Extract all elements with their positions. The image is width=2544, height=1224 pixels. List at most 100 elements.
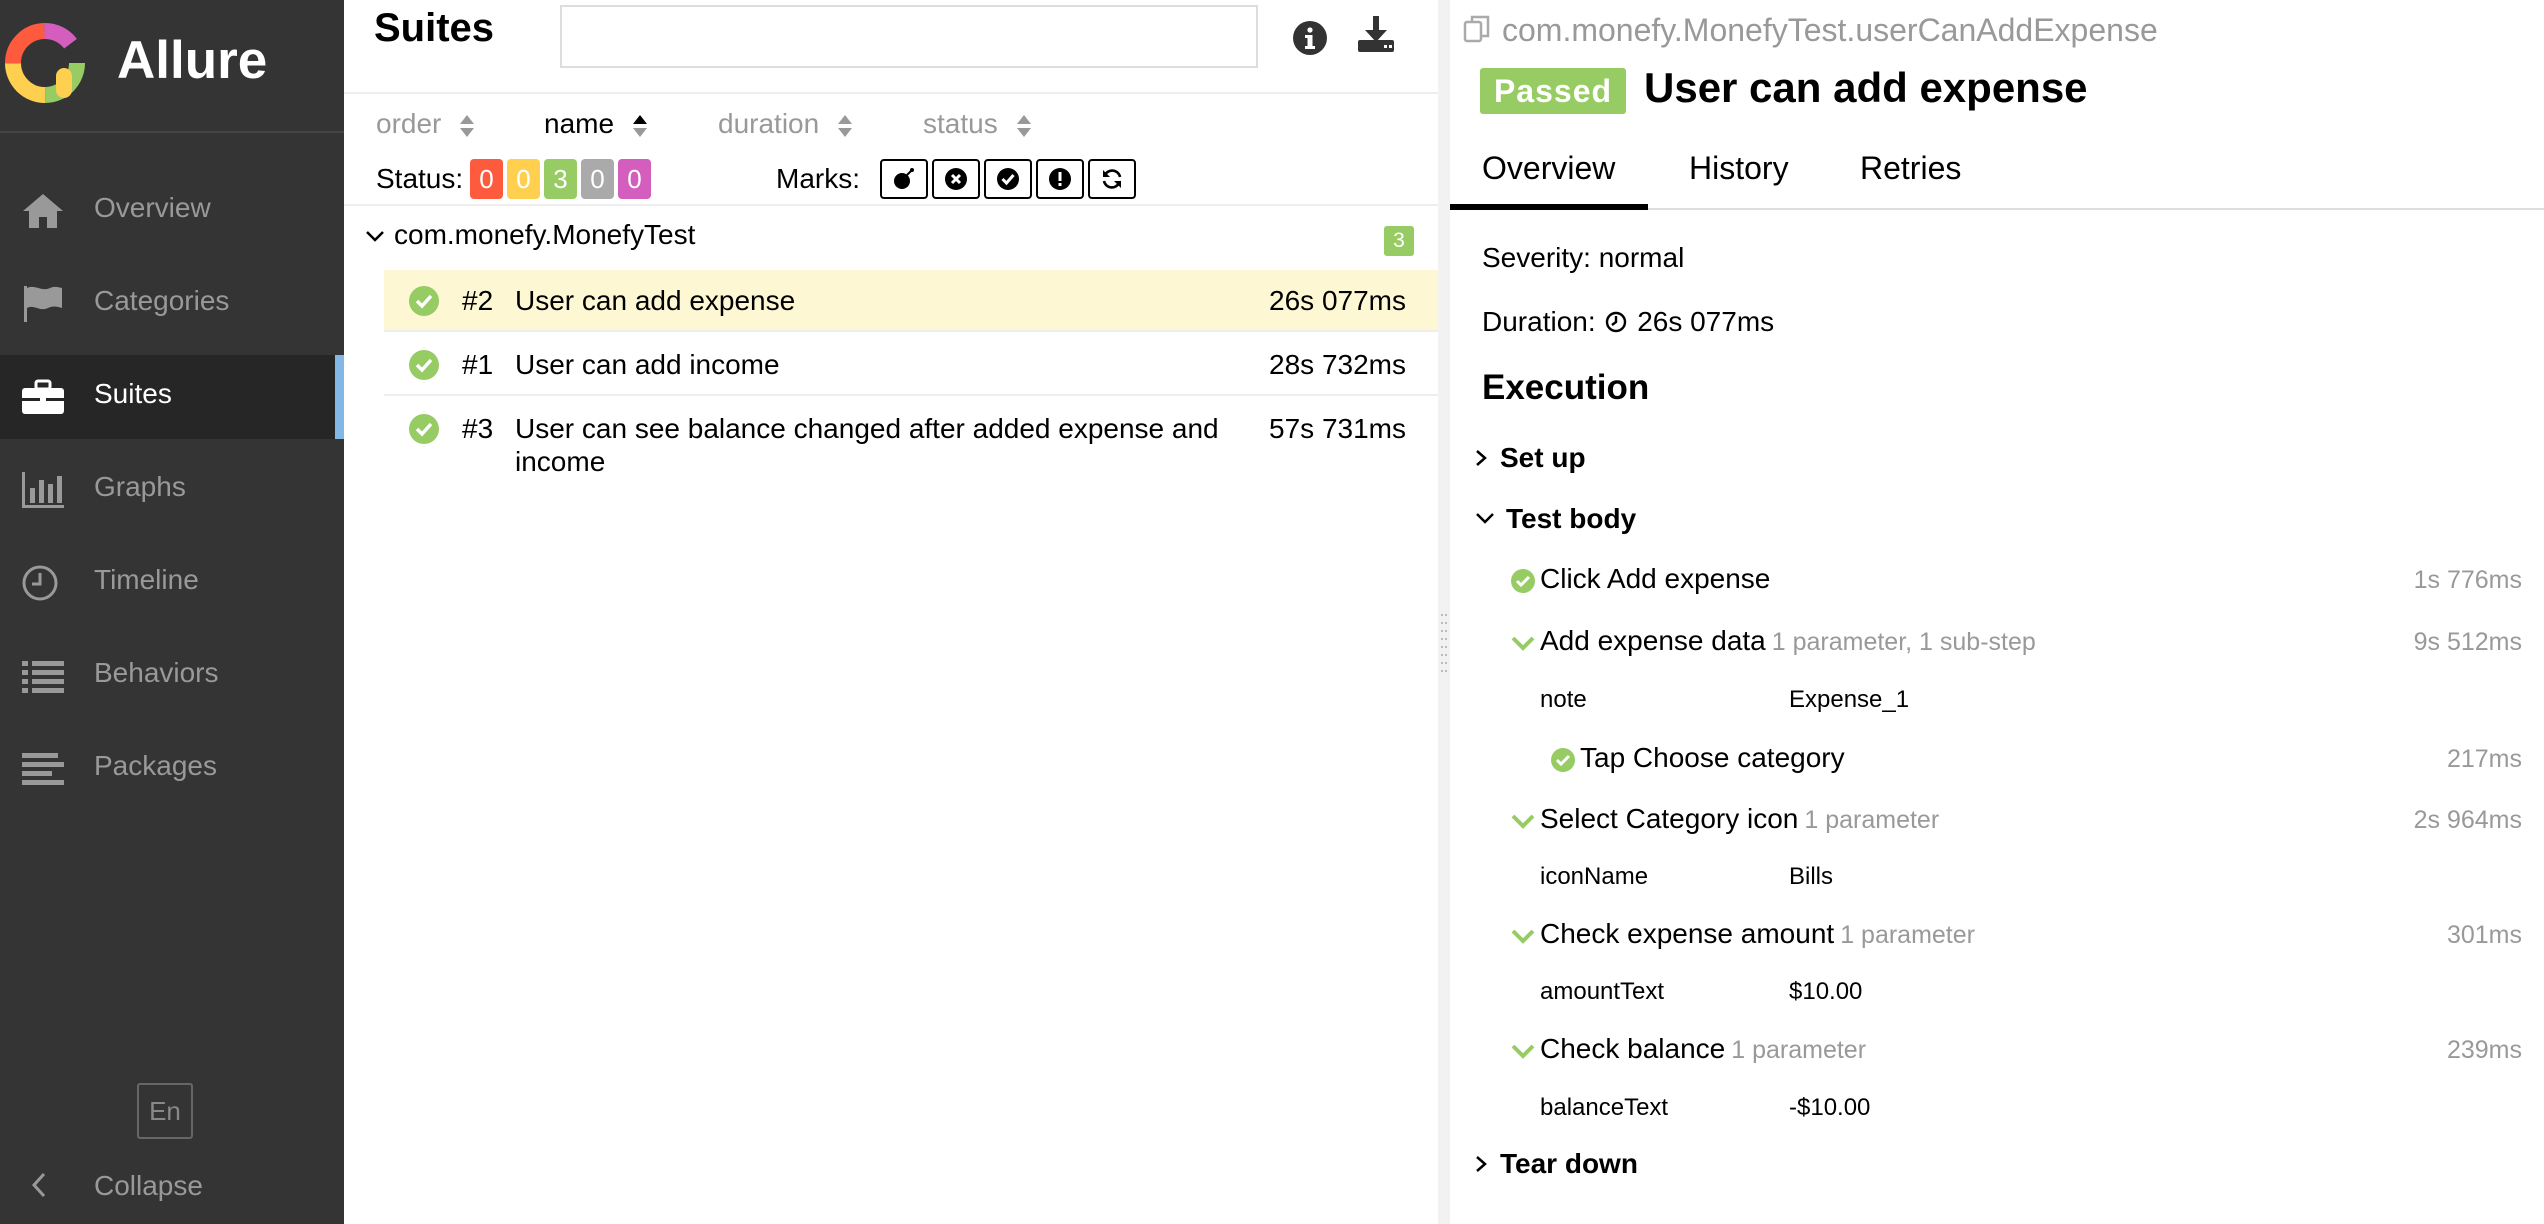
chevron-left-icon (31, 1172, 46, 1198)
status-failed-badge[interactable]: 0 (470, 159, 503, 199)
status-broken-badge[interactable]: 0 (507, 159, 540, 199)
refresh-icon (1102, 169, 1122, 189)
brand[interactable]: Allure (0, 0, 344, 133)
suite-group-count: 3 (1384, 226, 1414, 256)
page-title: Suites (374, 6, 495, 50)
copy-icon[interactable] (1462, 14, 1492, 44)
test-body-section[interactable]: Test body (1474, 503, 1636, 535)
teardown-section[interactable]: Tear down (1474, 1148, 1638, 1180)
mark-retries-button[interactable] (1088, 159, 1136, 199)
parameter-value: $10.00 (1789, 978, 1863, 1005)
brand-name: Allure (117, 31, 268, 90)
sidebar-item-packages[interactable]: Packages (0, 727, 344, 811)
step-row[interactable]: Add expense data 1 parameter, 1 sub-step … (1510, 622, 2524, 662)
step-parameter: iconName Bills (1540, 861, 2440, 893)
chevron-right-icon (1476, 1156, 1487, 1172)
parameter-name: balanceText (1540, 1094, 1669, 1121)
test-number: #2 (462, 285, 494, 316)
step-name: Select Category icon 1 parameter (1540, 803, 1939, 835)
step-name-text: Check balance (1540, 1033, 1726, 1064)
collapse-label: Collapse (94, 1170, 203, 1201)
test-number: #3 (462, 413, 494, 444)
info-icon[interactable] (1292, 20, 1328, 56)
suites-pane: Suites order name duration status Status… (344, 0, 1438, 1224)
sort-status[interactable]: status (923, 108, 1032, 140)
chevron-down-icon (366, 231, 384, 242)
table-row[interactable]: #3 User can see balance changed after ad… (384, 398, 1438, 490)
table-row[interactable]: #1 User can add income 28s 732ms (384, 334, 1438, 396)
test-name: User can add income (515, 349, 780, 380)
step-meta: 1 parameter (1731, 1036, 1867, 1064)
step-duration: 217ms (2446, 745, 2522, 773)
step-parameter: balanceText -$10.00 (1540, 1092, 2440, 1124)
test-duration: 57s 731ms (1269, 413, 1406, 444)
detail-tabs: Overview History Retries (1450, 140, 2544, 210)
status-badge: Passed (1480, 68, 1626, 114)
step-name: Click Add expense (1540, 563, 1770, 595)
clock-icon (1606, 311, 1627, 333)
step-meta: 1 parameter (1804, 806, 1940, 834)
sort-icon (460, 114, 475, 137)
search-input[interactable] (560, 5, 1258, 68)
sidebar: Allure Overview Categories Suites Graphs… (0, 0, 344, 1224)
check-circle-icon (997, 168, 1019, 190)
download-icon[interactable] (1356, 14, 1396, 54)
step-row[interactable]: Check balance 1 parameter 239ms (1510, 1030, 2524, 1070)
passed-check-icon (409, 414, 439, 444)
step-row[interactable]: Select Category icon 1 parameter 2s 964ms (1510, 800, 2524, 840)
status-skipped-badge[interactable]: 0 (581, 159, 614, 199)
parameter-name: note (1540, 686, 1587, 713)
table-row[interactable]: #2 User can add expense 26s 077ms (384, 270, 1438, 332)
sidebar-item-categories[interactable]: Categories (0, 262, 344, 346)
step-name-text: Add expense data (1540, 625, 1766, 656)
collapse-button[interactable]: Collapse (0, 1148, 344, 1224)
test-duration: 26s 077ms (1269, 285, 1406, 316)
tab-history[interactable]: History (1689, 150, 1789, 187)
step-duration: 9s 512ms (2413, 628, 2522, 656)
sidebar-item-label: Packages (94, 750, 217, 781)
sidebar-item-label: Behaviors (94, 657, 219, 688)
parameter-value: Bills (1789, 863, 1834, 890)
mark-flaky-button[interactable] (880, 159, 928, 199)
chevron-down-icon (1511, 814, 1535, 829)
teardown-label: Tear down (1500, 1148, 1638, 1179)
sidebar-item-suites[interactable]: Suites (0, 355, 344, 439)
parameter-name: iconName (1540, 863, 1649, 890)
passed-check-icon (1551, 748, 1575, 772)
mark-new-passed-button[interactable] (984, 159, 1032, 199)
sidebar-item-timeline[interactable]: Timeline (0, 541, 344, 625)
status-unknown-badge[interactable]: 0 (618, 159, 651, 199)
mark-new-broken-button[interactable] (1036, 159, 1084, 199)
chevron-down-icon (1511, 1044, 1535, 1059)
drag-handle-icon[interactable] (1440, 612, 1448, 674)
setup-section[interactable]: Set up (1474, 442, 1586, 474)
exclamation-icon (1049, 168, 1071, 190)
sort-name[interactable]: name (544, 108, 648, 140)
chevron-right-icon (1476, 450, 1487, 466)
tab-overview[interactable]: Overview (1482, 150, 1615, 187)
test-title: User can add expense (1644, 64, 2088, 111)
status-passed-badge[interactable]: 3 (544, 159, 577, 199)
test-duration: 28s 732ms (1269, 349, 1406, 380)
language-button[interactable]: En (137, 1083, 193, 1139)
sidebar-item-overview[interactable]: Overview (0, 169, 344, 253)
sidebar-item-behaviors[interactable]: Behaviors (0, 634, 344, 718)
sort-duration[interactable]: duration (718, 108, 853, 140)
execution-title: Execution (1482, 368, 1650, 407)
list-icon (22, 661, 64, 693)
sidebar-item-graphs[interactable]: Graphs (0, 448, 344, 532)
step-row[interactable]: Click Add expense 1s 776ms (1510, 560, 2524, 600)
chevron-down-icon (1511, 636, 1535, 651)
suite-group[interactable]: com.monefy.MonefyTest 3 (364, 214, 1424, 264)
substep-row[interactable]: Tap Choose category 217ms (1550, 739, 2524, 779)
sort-order[interactable]: order (376, 108, 475, 140)
test-name: User can see balance changed after added… (515, 413, 1219, 477)
mark-new-failed-button[interactable] (932, 159, 980, 199)
active-tab-indicator (1450, 204, 1648, 210)
tab-retries[interactable]: Retries (1860, 150, 1961, 187)
align-left-icon (22, 753, 64, 785)
step-parameter: note Expense_1 (1540, 684, 2440, 716)
briefcase-icon (22, 379, 64, 414)
step-duration: 2s 964ms (2413, 806, 2522, 834)
step-row[interactable]: Check expense amount 1 parameter 301ms (1510, 915, 2524, 955)
